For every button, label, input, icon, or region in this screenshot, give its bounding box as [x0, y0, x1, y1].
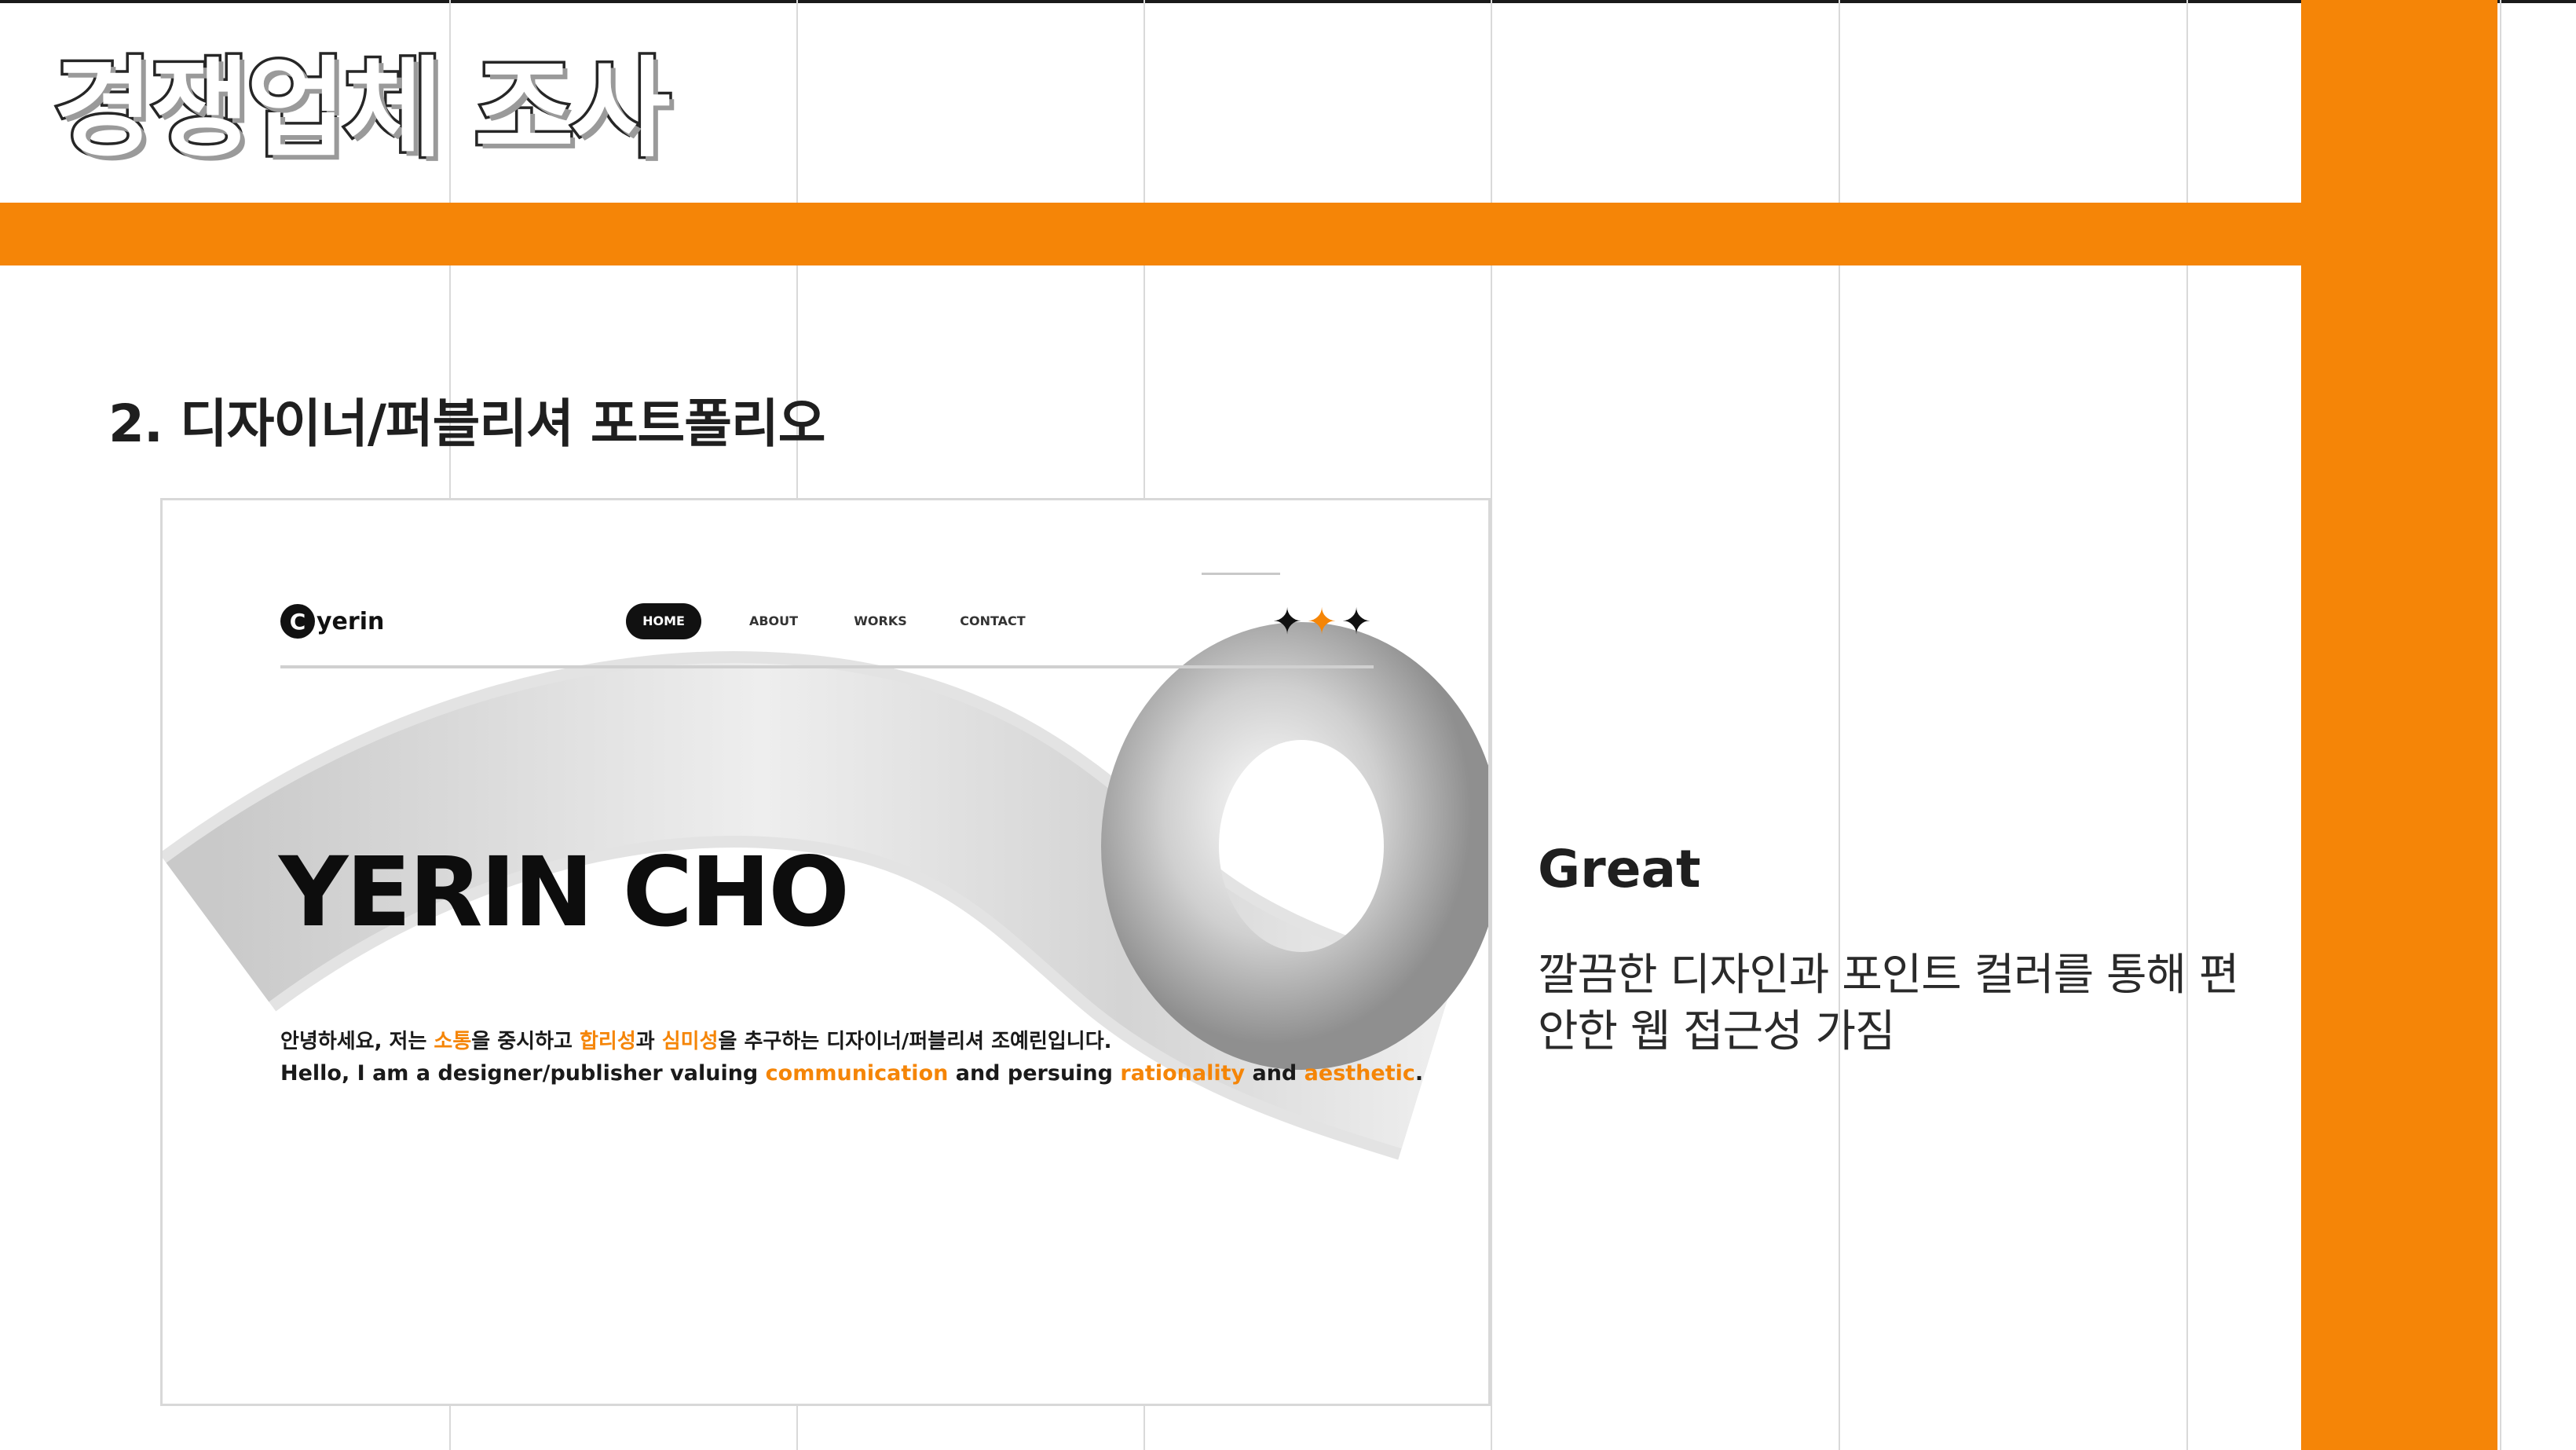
- intro-text: 안녕하세요, 저는: [280, 1030, 434, 1053]
- intro-highlight: communication: [765, 1061, 949, 1086]
- section-heading: 2. 디자이너/퍼블리셔 포트폴리오: [108, 394, 825, 454]
- star-icon: ✦: [1306, 600, 1337, 643]
- star-icon: ✦: [1341, 600, 1372, 643]
- intro-highlight: 심미성: [661, 1030, 719, 1053]
- intro-text: Hello, I am a designer/publisher valuing: [280, 1061, 766, 1086]
- intro-text: 을 추구하는 디자이너/퍼블리셔 조예린입니다.: [718, 1030, 1112, 1053]
- nav-works[interactable]: WORKS: [847, 603, 913, 639]
- intro-highlight: 소통: [434, 1030, 472, 1053]
- intro-text: 을 중시하고: [471, 1030, 580, 1053]
- portfolio-screenshot: C yerin HOME ABOUT WORKS CONTACT ✦ ✦ ✦ Y…: [160, 498, 1491, 1406]
- logo-text: yerin: [317, 607, 385, 635]
- intro-highlight: 합리성: [579, 1030, 636, 1053]
- nav-home[interactable]: HOME: [626, 603, 701, 639]
- intro-text: and: [1245, 1061, 1304, 1086]
- slide-title: 경쟁업체 조사: [51, 46, 674, 172]
- orange-side-column: [2301, 0, 2497, 1450]
- verdict-body: 깔끔한 디자인과 포인트 컬러를 통해 편안한 웹 접근성 가짐: [1538, 950, 2239, 1057]
- orange-header-bar: [0, 203, 2301, 265]
- logo-mark: C: [280, 604, 315, 639]
- hero-name: YERIN CHO: [279, 837, 850, 948]
- grid-line: [2500, 0, 2501, 1450]
- portfolio-logo[interactable]: C yerin: [280, 604, 384, 639]
- intro-english: Hello, I am a designer/publisher valuing…: [280, 1061, 1423, 1086]
- intro-text: and persuing: [948, 1061, 1121, 1086]
- star-decoration: ✦ ✦ ✦: [1270, 601, 1374, 642]
- intro-text: .: [1414, 1061, 1424, 1086]
- decorative-line: [1202, 573, 1280, 575]
- top-border: [0, 0, 2576, 3]
- intro-highlight: rationality: [1120, 1061, 1246, 1086]
- verdict-title: Great: [1538, 839, 1701, 899]
- intro-text: 과: [635, 1030, 662, 1053]
- nav-about[interactable]: ABOUT: [742, 603, 805, 639]
- nav-contact[interactable]: CONTACT: [950, 603, 1036, 639]
- star-icon: ✦: [1272, 600, 1303, 643]
- intro-highlight: aesthetic: [1304, 1061, 1415, 1086]
- intro-korean: 안녕하세요, 저는 소통을 중시하고 합리성과 심미성을 추구하는 디자이너/퍼…: [280, 1025, 1112, 1054]
- nav-divider: [280, 665, 1374, 668]
